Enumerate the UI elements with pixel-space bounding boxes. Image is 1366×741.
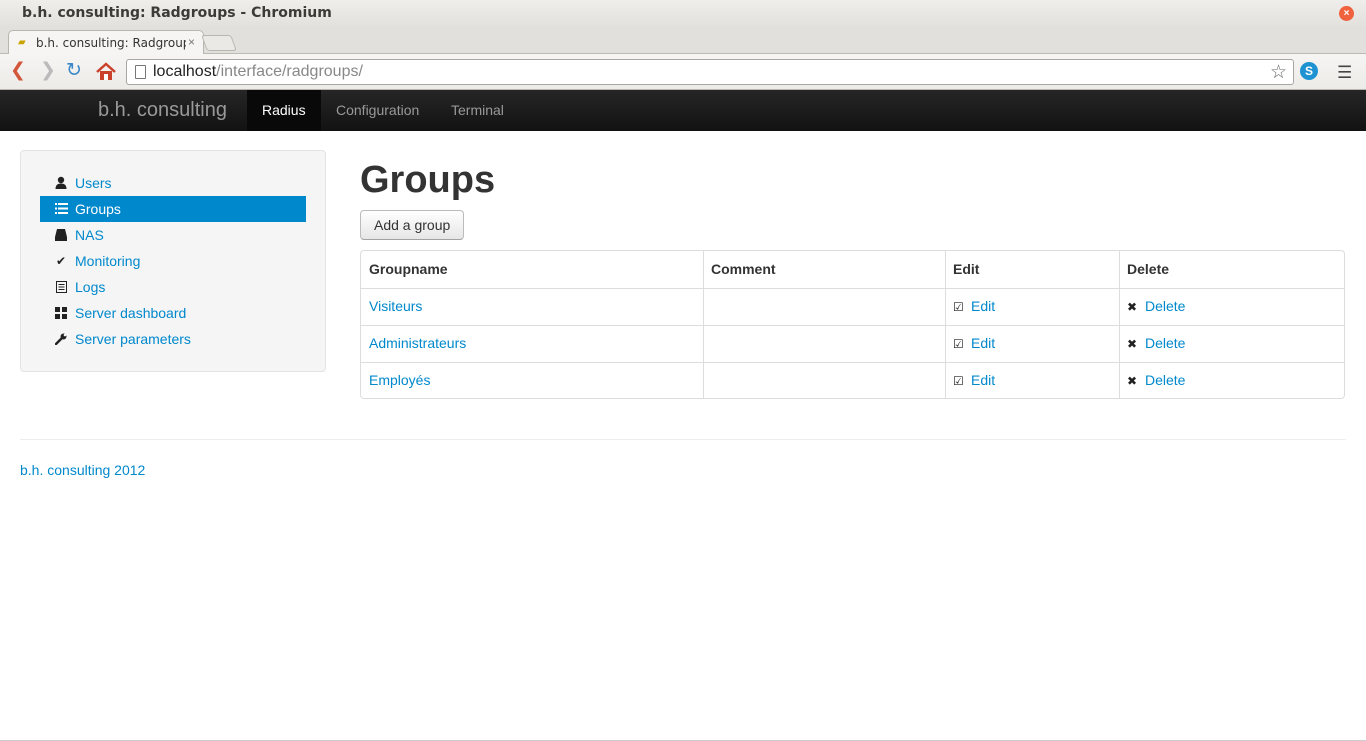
- page-icon: [135, 65, 146, 79]
- wrench-icon: [54, 326, 68, 354]
- navbar: b.h. consulting Radius Configuration Ter…: [0, 90, 1366, 131]
- group-link[interactable]: Administrateurs: [361, 325, 466, 362]
- sidebar-item-server-parameters[interactable]: Server parameters: [40, 326, 306, 352]
- page-title: Groups: [360, 159, 496, 201]
- footer-divider: [20, 439, 1346, 440]
- tab-strip: ▰ b.h. consulting: Radgroups ×: [0, 28, 1366, 80]
- column-header-groupname: Groupname: [369, 261, 448, 277]
- close-icon[interactable]: ×: [1339, 6, 1354, 21]
- sidebar-item-groups[interactable]: Groups: [40, 196, 306, 222]
- sidebar-item-logs[interactable]: Logs: [40, 274, 306, 300]
- tab-close-icon[interactable]: ×: [188, 35, 195, 49]
- sidebar-item-server-dashboard[interactable]: Server dashboard: [40, 300, 306, 326]
- group-link[interactable]: Visiteurs: [361, 288, 422, 325]
- brand[interactable]: b.h. consulting: [98, 99, 227, 122]
- delete-link[interactable]: ✖ Delete: [1119, 362, 1185, 399]
- table-divider: [361, 325, 1344, 326]
- remove-icon: ✖: [1127, 374, 1138, 388]
- extension-icon[interactable]: S: [1300, 62, 1318, 80]
- sidebar-item-label: Server dashboard: [75, 305, 187, 321]
- edit-link[interactable]: ☑ Edit: [945, 362, 995, 399]
- user-icon: [54, 170, 68, 198]
- sidebar-item-label: NAS: [75, 227, 104, 243]
- group-comment: [703, 325, 711, 362]
- column-header-delete: Delete: [1127, 261, 1170, 277]
- window-titlebar: b.h. consulting: Radgroups - Chromium ×: [0, 0, 1366, 28]
- hdd-icon: [54, 222, 68, 250]
- sidebar-item-label: Monitoring: [75, 253, 141, 269]
- group-comment: [703, 288, 711, 325]
- table-divider: [361, 288, 1344, 289]
- edit-link[interactable]: ☑ Edit: [945, 325, 995, 362]
- url-text: localhost/interface/radgroups/: [153, 63, 363, 80]
- table-divider: [361, 362, 1344, 363]
- edit-icon: ☑: [953, 300, 964, 314]
- back-icon[interactable]: ❮: [10, 60, 26, 82]
- sidebar-item-label: Server parameters: [75, 331, 191, 347]
- sidebar-item-label: Logs: [75, 279, 106, 295]
- tab-label: b.h. consulting: Radgroups: [36, 36, 186, 50]
- edit-icon: ☑: [953, 374, 964, 388]
- nav-item-radius[interactable]: Radius: [247, 90, 321, 131]
- home-icon[interactable]: [95, 62, 117, 82]
- forward-icon[interactable]: ❯: [40, 60, 56, 82]
- list-icon: [54, 196, 68, 223]
- group-link[interactable]: Employés: [361, 362, 430, 399]
- menu-icon[interactable]: ☰: [1337, 63, 1352, 83]
- bookmark-star-icon[interactable]: ☆: [1270, 61, 1287, 84]
- sidebar: Users Groups NAS ✔ Monitoring Logs Serve…: [20, 150, 326, 372]
- sidebar-item-monitoring[interactable]: ✔ Monitoring: [40, 248, 306, 274]
- group-comment: [703, 362, 711, 399]
- sidebar-item-label: Users: [75, 175, 112, 191]
- check-icon: ✔: [55, 254, 67, 268]
- remove-icon: ✖: [1127, 300, 1138, 314]
- column-header-edit: Edit: [953, 261, 980, 277]
- nav-item-terminal[interactable]: Terminal: [436, 90, 519, 131]
- delete-link[interactable]: ✖ Delete: [1119, 288, 1185, 325]
- window-title: b.h. consulting: Radgroups - Chromium: [22, 5, 332, 21]
- sidebar-item-users[interactable]: Users: [40, 170, 306, 196]
- th-large-icon: [54, 300, 68, 328]
- add-group-button[interactable]: Add a group: [360, 210, 465, 240]
- edit-link[interactable]: ☑ Edit: [945, 288, 995, 325]
- edit-icon: ☑: [953, 337, 964, 351]
- nav-item-configuration[interactable]: Configuration: [321, 90, 434, 131]
- groups-table: Groupname Comment Edit Delete Visiteurs …: [360, 250, 1345, 399]
- delete-link[interactable]: ✖ Delete: [1119, 325, 1185, 362]
- favicon-icon: ▰: [18, 37, 26, 48]
- list-alt-icon: [54, 274, 68, 302]
- browser-toolbar: ❮ ❯ ↻ localhost/interface/radgroups/ ☆ S…: [0, 54, 1366, 90]
- reload-icon[interactable]: ↻: [66, 60, 82, 82]
- sidebar-item-nas[interactable]: NAS: [40, 222, 306, 248]
- address-bar[interactable]: localhost/interface/radgroups/ ☆: [126, 59, 1294, 85]
- remove-icon: ✖: [1127, 337, 1138, 351]
- browser-tab[interactable]: ▰ b.h. consulting: Radgroups ×: [8, 30, 204, 55]
- footer-link[interactable]: b.h. consulting 2012: [20, 462, 145, 478]
- column-header-comment: Comment: [711, 261, 776, 277]
- sidebar-item-label: Groups: [75, 201, 121, 217]
- new-tab-button[interactable]: [201, 35, 237, 51]
